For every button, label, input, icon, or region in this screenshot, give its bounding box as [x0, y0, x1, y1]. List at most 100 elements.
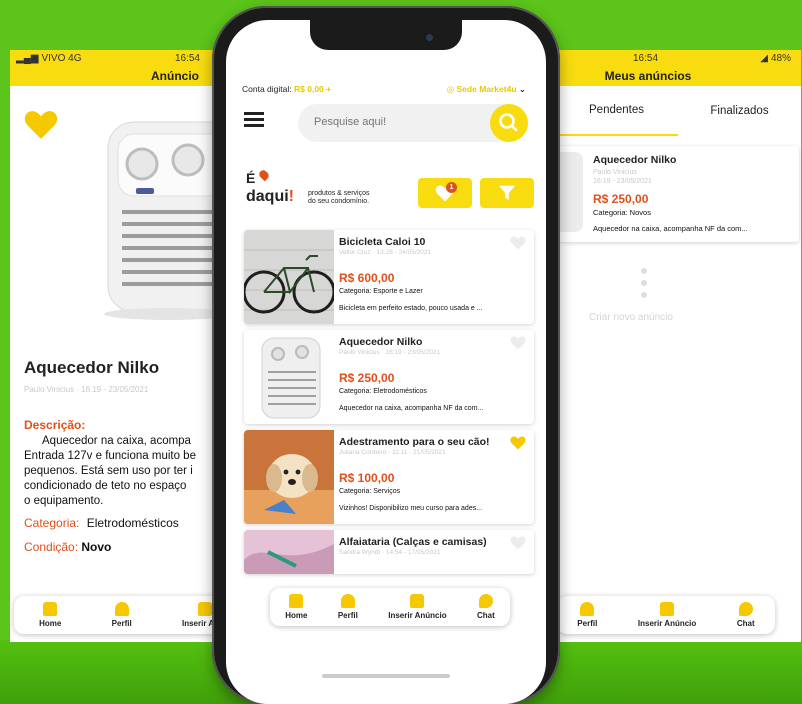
product-title: Aquecedor Nilko: [24, 358, 160, 377]
nav-label: Chat: [736, 619, 755, 628]
balance[interactable]: R$ 0,00 +: [294, 84, 331, 94]
bicycle-thumbnail: [244, 230, 334, 324]
condition-label: Condição:: [24, 540, 79, 554]
listing-price: R$ 100,00: [339, 471, 395, 485]
nav-label: Perfil: [577, 619, 598, 628]
nav-insert-ad[interactable]: Inserir Anúncio: [638, 602, 696, 628]
listing-meta: Paulo Vinicius · 16:19 - 23/05/2021: [339, 349, 441, 356]
heart-filled-icon[interactable]: [510, 436, 526, 450]
bottom-nav: Perfil Inserir Anúncio Chat: [557, 596, 775, 634]
nav-label: Home: [285, 611, 308, 620]
status-bar: ▂▄▆ VIVO 4G 16:54: [10, 50, 220, 66]
search-input[interactable]: [312, 115, 486, 129]
home-icon: [289, 594, 304, 608]
heater-thumbnail: [559, 152, 583, 232]
nav-profile[interactable]: Perfil: [112, 602, 132, 628]
search-bar: [298, 104, 528, 142]
favorites-button[interactable]: 1: [418, 178, 472, 208]
person-icon: [580, 602, 595, 616]
description-line: pequenos. Está sem uso por ter i: [24, 465, 193, 477]
ad-category: Categoria: Novos: [593, 208, 651, 217]
brand-tagline: produtos & serviços do seu condomínio.: [308, 190, 369, 206]
listing-title: Alfaiataria (Calças e camisas): [339, 536, 487, 548]
listing-meta: Vellor Cruz · 13:28 - 24/05/2021: [339, 249, 432, 256]
nav-home[interactable]: Home: [39, 602, 61, 628]
listing-description: Aquecedor na caixa, acompanha NF da com.…: [339, 405, 484, 412]
location-name: Sede Market4u: [456, 84, 517, 94]
listing-price: R$ 250,00: [339, 371, 395, 385]
brand-logo: É daqui! produtos & serviços do seu cond…: [246, 168, 406, 216]
nav-chat[interactable]: Chat: [737, 602, 755, 628]
listing-category: Categoria: Esporte e Lazer: [339, 288, 423, 295]
listing-description: Bicicleta em perfeito estado, pouco usad…: [339, 305, 483, 312]
page-title-text: Meus anúncios: [604, 69, 692, 83]
location-selector[interactable]: ◎ Sede Market4u ⌄: [447, 84, 526, 95]
listing-category: Categoria: Serviços: [339, 488, 401, 495]
condition-row: Condição: Novo: [24, 540, 111, 554]
nav-profile[interactable]: Perfil: [338, 594, 358, 620]
notch: [310, 20, 462, 50]
listing-card[interactable]: Aquecedor Nilko Paulo Vinicius · 16:19 -…: [244, 330, 534, 424]
heart-outline-icon[interactable]: [510, 236, 526, 250]
brand-line2: daqui!: [246, 188, 294, 205]
listing-category: Categoria: Eletrodomésticos: [339, 388, 427, 395]
nav-label: Chat: [477, 611, 495, 620]
clock: 16:54: [633, 52, 659, 64]
page-title: Anúncio: [10, 66, 220, 86]
pin-icon: [257, 168, 271, 182]
plus-icon: [410, 594, 425, 608]
bottom-nav: Home Perfil Inserir Anún: [14, 596, 220, 634]
nav-label: Perfil: [337, 611, 358, 620]
home-indicator[interactable]: [322, 674, 450, 678]
menu-icon[interactable]: [244, 112, 264, 128]
listing-meta: Sandra Wyndt · 14:54 - 17/05/2021: [339, 549, 441, 556]
brand-tagline-2: do seu condomínio.: [308, 198, 370, 205]
listing-price: R$ 600,00: [339, 271, 395, 285]
ad-meta: Paulo Vinicius 16:19 - 23/05/2021: [593, 168, 652, 186]
heart-outline-icon[interactable]: [510, 536, 526, 550]
listing-description: Vizinhos! Disponibilizo meu curso para a…: [339, 505, 483, 512]
signal-icon: ▂▄▆: [16, 52, 39, 64]
listing-title: Bicicleta Caloi 10: [339, 236, 426, 248]
description-line: Aquecedor na caixa, acompa: [42, 435, 191, 447]
category-value: Eletrodomésticos: [86, 516, 179, 530]
ad-description: Aquecedor na caixa, acompanha NF da com.…: [593, 224, 748, 233]
carrier-label: VIVO 4G: [41, 52, 82, 64]
search-button[interactable]: [490, 104, 528, 142]
nav-profile[interactable]: Perfil: [577, 602, 597, 628]
header-bar: Conta digital: R$ 0,00 + ◎ Sede Market4u…: [242, 84, 534, 94]
listing-card[interactable]: Adestramento para o seu cão! Juliana Cor…: [244, 430, 534, 524]
nav-label: Inserir Anúncio: [637, 619, 697, 628]
tab-pending[interactable]: Pendentes: [555, 86, 678, 136]
chevron-down-icon: ⌄: [516, 84, 526, 94]
listing-card[interactable]: Bicicleta Caloi 10 Vellor Cruz · 13:28 -…: [244, 230, 534, 324]
my-ad-card[interactable]: Aquecedor Nilko Paulo Vinicius 16:19 - 2…: [559, 146, 799, 242]
ad-detail-screen: ▂▄▆ VIVO 4G 16:54 Anúncio Aquecedor Nilk…: [10, 50, 220, 642]
chat-icon: [738, 602, 753, 616]
my-ads-screen: 16:54 ◢ 48% Meus anúncios Pendentes Fina…: [555, 50, 801, 642]
nav-home[interactable]: Home: [285, 594, 307, 620]
nav-insert-ad[interactable]: Inserir Anúncio: [388, 594, 447, 620]
listing-title: Adestramento para o seu cão!: [339, 436, 490, 448]
page-title-text: Anúncio: [151, 69, 199, 83]
listing-card[interactable]: Alfaiataria (Calças e camisas) Sandra Wy…: [244, 530, 534, 574]
favorites-badge: 1: [446, 182, 457, 193]
heart-outline-icon[interactable]: [510, 336, 526, 350]
home-screen: Conta digital: R$ 0,00 + ◎ Sede Market4u…: [226, 20, 546, 704]
nav-chat[interactable]: Chat: [477, 594, 495, 620]
create-ad-link[interactable]: Criar novo anúncio: [589, 312, 673, 323]
filter-button[interactable]: [480, 178, 534, 208]
person-icon: [340, 594, 355, 608]
favorite-heart-icon[interactable]: [24, 110, 58, 140]
product-meta: Paulo Vinicius · 16:19 - 23/05/2021: [24, 385, 149, 394]
battery-level: 48%: [770, 52, 791, 64]
page-title: Meus anúncios: [555, 66, 801, 86]
search-icon: [499, 113, 518, 132]
person-icon: [114, 602, 129, 616]
brand-line1: É: [246, 170, 256, 186]
clock: 16:54: [174, 52, 200, 64]
plus-icon: [660, 602, 675, 616]
heater-thumbnail: [244, 330, 334, 424]
tab-finished[interactable]: Finalizados: [678, 86, 801, 136]
category-row: Categoria: Eletrodomésticos: [24, 516, 179, 530]
